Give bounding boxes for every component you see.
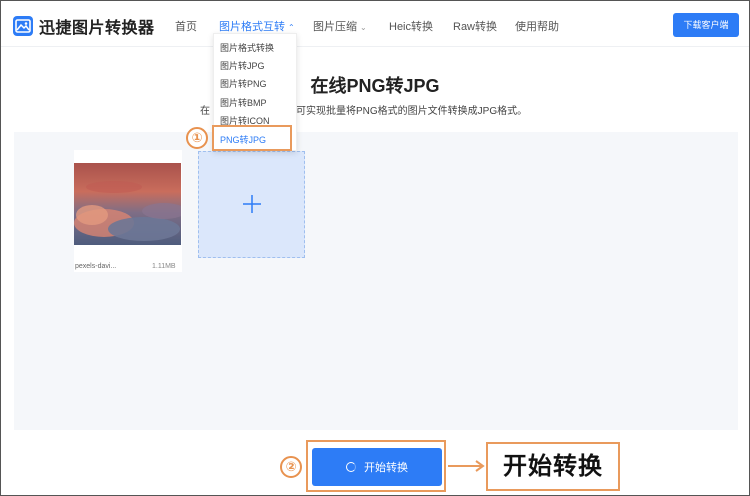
page-title: 在线PNG转JPG	[310, 76, 440, 96]
step-1-marker: ①	[186, 127, 208, 149]
app-logo[interactable]: 迅捷图片转换器	[13, 14, 155, 38]
nav-format-convert[interactable]: 图片格式互转 ⌃	[219, 18, 295, 34]
app-title: 迅捷图片转换器	[39, 20, 155, 37]
annotation-highlight-png-to-jpg	[212, 125, 292, 151]
dropdown-item-format-convert[interactable]: 图片格式转换	[220, 41, 274, 54]
dropdown-item-to-bmp[interactable]: 图片转BMP	[220, 96, 267, 109]
nav-heic[interactable]: Heic转换	[389, 18, 433, 34]
nav-home[interactable]: 首页	[175, 18, 197, 34]
plus-icon	[243, 195, 261, 213]
file-name: pexels-davi...	[75, 263, 117, 270]
chevron-up-icon: ⌃	[288, 23, 295, 32]
dropdown-item-to-jpg[interactable]: 图片转JPG	[220, 59, 265, 72]
subtitle-start: 在	[200, 106, 210, 117]
arrow-right-icon	[448, 460, 485, 472]
nav-help[interactable]: 使用帮助	[515, 18, 559, 34]
dropdown-item-to-png[interactable]: 图片转PNG	[220, 77, 267, 90]
top-header: 迅捷图片转换器 首页 图片格式互转 ⌃ 图片压缩 ⌄ Heic转换 Raw转换 使用…	[1, 1, 749, 47]
add-file-button[interactable]	[198, 151, 305, 258]
step-2-marker: ②	[280, 456, 302, 478]
annotation-highlight-start-button	[306, 440, 446, 492]
file-size: 1.11MB	[152, 263, 176, 270]
download-client-button[interactable]: 下载客户端	[673, 13, 739, 37]
file-thumbnail	[74, 163, 181, 245]
nav-compress[interactable]: 图片压缩 ⌄	[313, 18, 367, 34]
nav-raw-label: Raw转换	[453, 21, 498, 33]
start-convert-callout: 开始转换	[486, 442, 620, 491]
upload-area[interactable]: pexels-davi... 1.11MB	[14, 132, 738, 430]
nav-home-label: 首页	[175, 21, 197, 33]
nav-raw[interactable]: Raw转换	[453, 18, 497, 34]
nav-compress-label: 图片压缩	[313, 21, 357, 33]
subtitle-rest: ，可实现批量将PNG格式的图片文件转换成JPG格式。	[286, 106, 528, 117]
nav-heic-label: Heic转换	[389, 21, 434, 33]
nav-format-convert-label: 图片格式互转	[219, 21, 285, 33]
image-logo-icon	[13, 16, 33, 36]
nav-help-label: 使用帮助	[515, 21, 559, 33]
chevron-down-icon: ⌄	[360, 23, 367, 32]
